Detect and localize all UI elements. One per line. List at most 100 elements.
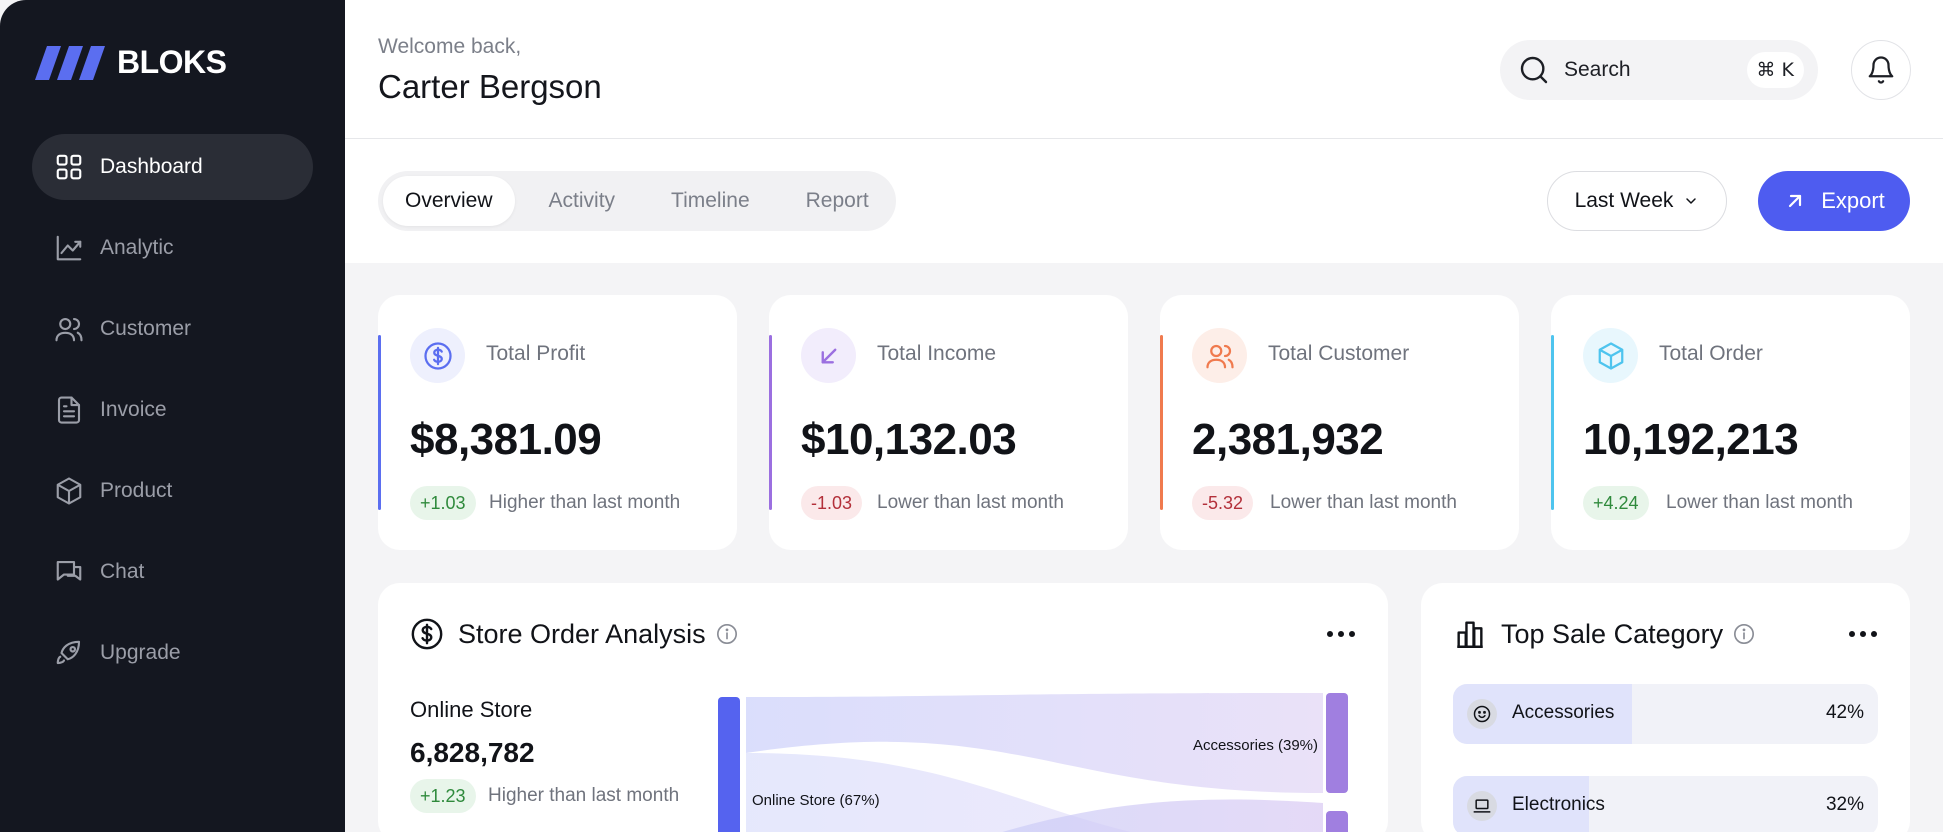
top-header: Welcome back, Carter Bergson Search ⌘ K (345, 0, 1943, 139)
more-options-icon[interactable] (1326, 627, 1356, 641)
change-badge: -5.32 (1192, 486, 1254, 520)
search-shortcut: ⌘ K (1746, 52, 1804, 88)
stat-title: Total Income (877, 342, 997, 365)
logo[interactable]: BLOKS (35, 44, 227, 81)
sidebar: BLOKS Dashboard Analytic Customer Invoic… (0, 0, 345, 832)
panel-title-row: Top Sale Category (1453, 617, 1755, 651)
sankey-target-node (1326, 693, 1348, 793)
panel-title: Store Order Analysis (458, 618, 706, 649)
store-label: Online Store (410, 697, 533, 722)
panel-title-row: Store Order Analysis (410, 617, 738, 651)
store-order-panel: Store Order Analysis Online Store 6,828,… (378, 583, 1388, 832)
change-badge: -1.03 (801, 486, 863, 520)
stat-note: Lower than last month (1666, 492, 1853, 513)
chat-icon (56, 560, 82, 581)
bar-chart-icon (1457, 621, 1483, 648)
accent-bar (769, 335, 772, 510)
arrow-down-left-icon (821, 348, 836, 363)
category-row-electronics[interactable]: Electronics 32% (1453, 776, 1878, 832)
change-badge: +1.23 (410, 779, 476, 813)
sidebar-item-label: Dashboard (100, 155, 203, 178)
welcome-text: Welcome back, (378, 35, 522, 58)
export-button[interactable]: Export (1758, 171, 1910, 231)
arrow-up-right-icon (1789, 194, 1802, 208)
sidebar-item-product[interactable]: Product (32, 458, 313, 524)
stat-title: Total Customer (1268, 342, 1410, 365)
accent-bar (378, 335, 381, 510)
stat-card-total-order: Total Order 10,192,213 +4.24 Lower than … (1551, 295, 1910, 550)
search-bar[interactable]: Search ⌘ K (1500, 40, 1818, 100)
change-badge: +4.24 (1583, 486, 1649, 520)
tab-timeline[interactable]: Timeline (649, 176, 772, 226)
change-badge: +1.03 (410, 486, 476, 520)
sidebar-item-upgrade[interactable]: Upgrade (32, 620, 313, 686)
sidebar-item-chat[interactable]: Chat (32, 539, 313, 605)
logo-text: BLOKS (117, 44, 227, 80)
cube-icon (1598, 341, 1623, 370)
sidebar-item-dashboard[interactable]: Dashboard (32, 134, 313, 200)
toolbar: Overview Activity Timeline Report Last W… (345, 139, 1943, 263)
category-row-accessories[interactable]: Accessories 42% (1453, 684, 1878, 744)
stat-icon-wrap (1192, 328, 1247, 383)
store-value: 6,828,782 (410, 737, 535, 768)
stat-card-total-income: Total Income $10,132.03 -1.03 Lower than… (769, 295, 1128, 550)
box-icon (56, 477, 82, 505)
sidebar-item-label: Chat (100, 560, 145, 583)
notification-button[interactable] (1851, 40, 1911, 100)
sidebar-item-customer[interactable]: Customer (32, 296, 313, 362)
laptop-icon (1473, 799, 1491, 813)
export-label: Export (1821, 188, 1885, 213)
panel-title: Top Sale Category (1501, 618, 1724, 649)
sankey-chart: Accessories (39%) Online Store (67%) (718, 693, 1348, 832)
stat-value: $8,381.09 (410, 415, 602, 464)
more-options-icon[interactable] (1848, 627, 1878, 641)
stat-note: Lower than last month (877, 492, 1064, 513)
stat-card-total-customer: Total Customer 2,381,932 -5.32 Lower tha… (1160, 295, 1519, 550)
sankey-source-node (718, 697, 740, 832)
sidebar-item-analytic[interactable]: Analytic (32, 215, 313, 281)
trend-icon (56, 235, 82, 261)
stat-icon-wrap (801, 328, 856, 383)
search-icon (1520, 56, 1548, 84)
stat-note: Lower than last month (1270, 492, 1457, 513)
category-name: Accessories (1512, 702, 1615, 723)
document-icon (57, 396, 81, 424)
stat-value: $10,132.03 (801, 415, 1017, 464)
stat-title: Total Profit (486, 342, 586, 365)
tab-report[interactable]: Report (784, 176, 891, 226)
bell-icon (1868, 56, 1894, 84)
grid-icon (56, 154, 82, 180)
sidebar-item-label: Upgrade (100, 641, 181, 664)
search-label: Search (1564, 58, 1631, 81)
stat-value: 2,381,932 (1192, 415, 1384, 464)
sidebar-item-invoice[interactable]: Invoice (32, 377, 313, 443)
accent-bar (1160, 335, 1163, 510)
sidebar-item-label: Customer (100, 317, 192, 340)
rocket-icon (56, 640, 81, 665)
category-icon-wrap (1467, 699, 1497, 729)
user-name: Carter Bergson (378, 68, 602, 105)
sidebar-nav: Dashboard Analytic Customer Invoice Prod… (32, 134, 313, 701)
sankey-target-node-2 (1326, 811, 1348, 832)
sidebar-item-label: Invoice (100, 398, 167, 421)
stat-title: Total Order (1659, 342, 1763, 365)
stat-icon-wrap (1583, 328, 1638, 383)
info-icon[interactable] (1733, 623, 1755, 645)
stat-card-total-profit: Total Profit $8,381.09 +1.03 Higher than… (378, 295, 737, 550)
category-icon-wrap (1467, 791, 1497, 821)
users-icon (55, 317, 83, 342)
info-icon[interactable] (716, 623, 738, 645)
category-percent: 32% (1825, 794, 1864, 815)
stat-value: 10,192,213 (1583, 415, 1799, 464)
stat-note: Higher than last month (489, 492, 681, 513)
sankey-target-label: Accessories (39%) (1193, 737, 1318, 754)
stat-icon-wrap (410, 328, 465, 383)
smile-icon (1473, 705, 1491, 723)
period-select[interactable]: Last Week (1547, 171, 1727, 231)
tab-activity[interactable]: Activity (527, 176, 638, 226)
users-icon (1205, 344, 1234, 368)
dollar-circle-icon (411, 618, 443, 650)
category-percent: 42% (1825, 702, 1864, 723)
tab-overview[interactable]: Overview (383, 176, 515, 226)
category-name: Electronics (1512, 794, 1605, 815)
